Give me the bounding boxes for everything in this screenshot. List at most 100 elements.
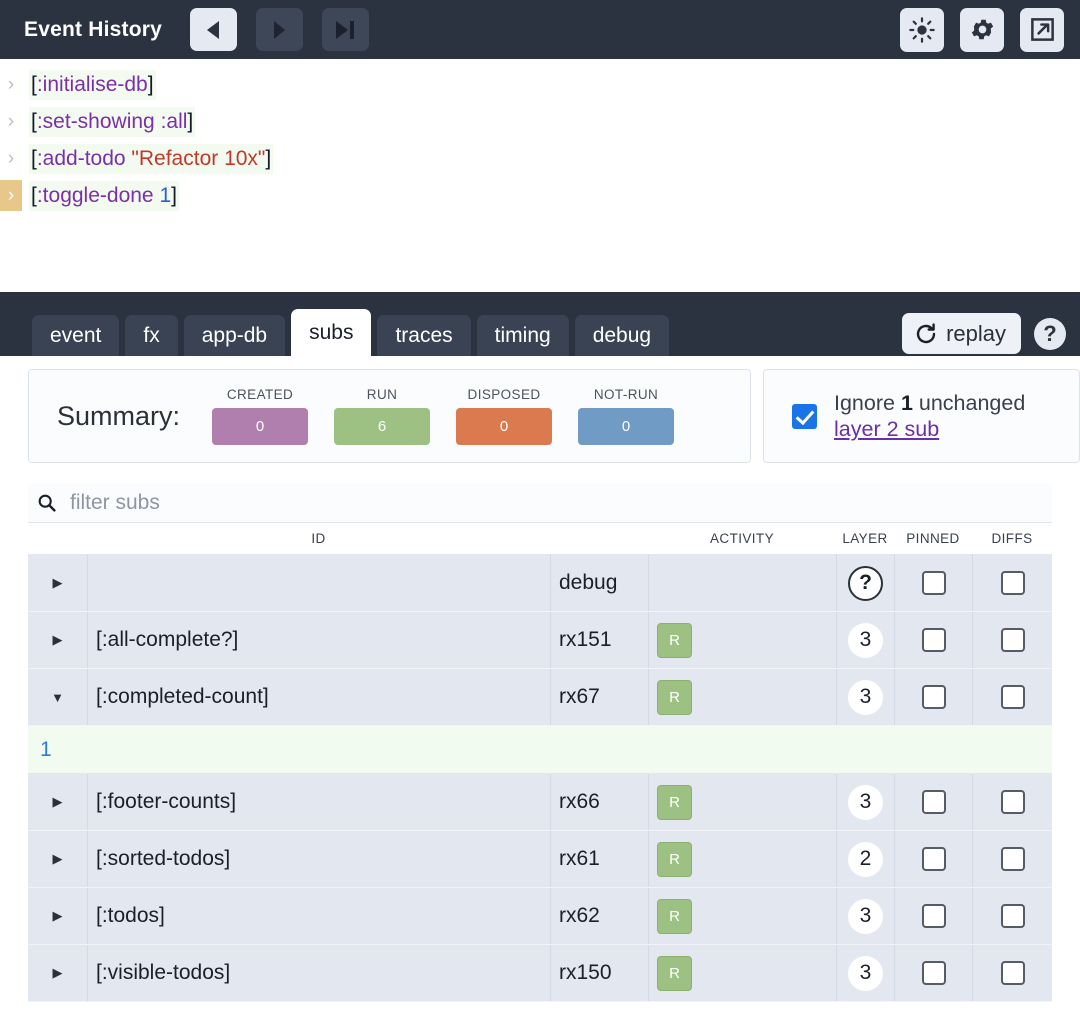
gear-icon (971, 19, 993, 40)
cell-reaction-id: rx150 (550, 945, 648, 1001)
pin-checkbox[interactable] (921, 904, 946, 928)
metric-run: RUN 6 (334, 387, 431, 445)
table-row[interactable]: ▶ debug? (28, 555, 1052, 612)
cell-reaction-id: rx61 (550, 831, 648, 887)
expand-row-icon[interactable]: ▶ (28, 774, 87, 830)
header-id: ID (311, 531, 326, 546)
cell-layer: 3 (836, 774, 894, 830)
pop-out-button[interactable] (1020, 7, 1064, 52)
settings-button[interactable] (960, 7, 1004, 52)
event-row[interactable]: › [:add-todo "Refactor 10x"] (0, 140, 1080, 177)
table-row[interactable]: ▶ [:todos] rx62 R 3 (28, 888, 1052, 945)
ignore-prefix: Ignore (834, 390, 901, 415)
metric-label: DISPOSED (467, 387, 541, 402)
diffs-checkbox[interactable] (1000, 790, 1025, 814)
tab-app-db[interactable]: app-db (183, 315, 286, 356)
event-row[interactable]: › [:set-showing :all] (0, 103, 1080, 140)
filter-subs-input[interactable]: filter subs (70, 491, 160, 515)
tab-timing[interactable]: timing (476, 315, 569, 356)
cell-id: [:todos] (87, 888, 550, 944)
devtools-panel: event fx app-db subs traces timing debug replay… (0, 292, 1080, 1002)
diffs-checkbox[interactable] (1000, 904, 1025, 928)
tab-debug[interactable]: debug (574, 315, 670, 356)
cell-layer: 3 (836, 945, 894, 1001)
diffs-checkbox[interactable] (1000, 571, 1025, 595)
table-row[interactable]: ▶ [:all-complete?] rx151 R 3 (28, 612, 1052, 669)
triangle-right-icon: ▶ (52, 632, 63, 647)
skip-forward-icon (336, 20, 355, 39)
replay-button[interactable]: replay (902, 313, 1021, 354)
chevron-right-icon[interactable]: › (0, 69, 22, 100)
chevron-right-icon[interactable]: › (0, 143, 22, 174)
tab-subs[interactable]: subs (291, 309, 372, 356)
expand-row-icon[interactable]: ▶ (28, 831, 87, 887)
previous-epoch-button[interactable] (189, 8, 237, 51)
pin-checkbox[interactable] (921, 961, 946, 985)
diffs-checkbox[interactable] (1000, 685, 1025, 709)
cell-diffs (972, 888, 1052, 944)
pin-checkbox[interactable] (921, 628, 946, 652)
triangle-right-icon: ▶ (52, 965, 63, 980)
event-row[interactable]: › [:toggle-done 1] (0, 177, 1080, 214)
diffs-checkbox[interactable] (1000, 847, 1025, 871)
triangle-right-icon: ▶ (52, 908, 63, 923)
cell-diffs (972, 774, 1052, 830)
header-layer: LAYER (842, 531, 888, 546)
cell-diffs (972, 555, 1052, 611)
brightness-button[interactable] (900, 7, 944, 52)
diffs-checkbox[interactable] (1000, 961, 1025, 985)
ignore-count: 1 (900, 390, 913, 415)
activity-run-badge: R (657, 784, 692, 820)
expand-row-icon[interactable]: ▶ (28, 555, 87, 611)
cell-activity: R (648, 888, 836, 944)
event-row[interactable]: › [:initialise-db] (0, 66, 1080, 103)
event-history-list: › [:initialise-db] › [:set-showing :all] › [:… (0, 59, 1080, 292)
metric-label: NOT-RUN (593, 387, 659, 402)
skip-to-latest-button[interactable] (321, 8, 369, 51)
layer-unknown-icon: ? (848, 565, 883, 601)
ignore-suffix: unchanged (912, 390, 1026, 415)
event-token: 1 (159, 183, 172, 207)
pin-checkbox[interactable] (921, 847, 946, 871)
metric-value: 0 (578, 408, 675, 445)
filter-subs-row[interactable]: filter subs (28, 483, 1052, 523)
chevron-right-icon[interactable]: › (0, 180, 22, 211)
next-epoch-button[interactable] (255, 8, 303, 51)
cell-reaction-id: rx67 (550, 669, 648, 725)
chevron-right-icon[interactable]: › (0, 106, 22, 137)
search-icon (38, 494, 56, 512)
cell-id: [:sorted-todos] (87, 831, 550, 887)
expand-row-icon[interactable]: ▶ (28, 612, 87, 668)
activity-run-badge: R (657, 898, 692, 934)
ignore-layer-link[interactable]: layer 2 sub (834, 416, 1025, 442)
cell-activity: R (648, 831, 836, 887)
pin-checkbox[interactable] (921, 571, 946, 595)
table-row[interactable]: ▶ [:footer-counts] rx66 R 3 (28, 774, 1052, 831)
table-row[interactable]: ▶ [:sorted-todos] rx61 R 2 (28, 831, 1052, 888)
layer-badge: 2 (848, 841, 883, 877)
expand-row-icon[interactable]: ▶ (28, 888, 87, 944)
external-link-icon (1030, 18, 1054, 41)
event-label: [:add-todo "Refactor 10x"] (29, 143, 274, 174)
pin-checkbox[interactable] (921, 790, 946, 814)
event-label: [:initialise-db] (29, 69, 156, 100)
expand-row-icon[interactable]: ▶ (28, 945, 87, 1001)
cell-reaction-id: rx151 (550, 612, 648, 668)
collapse-row-icon[interactable]: ▼ (28, 669, 87, 725)
diffs-checkbox[interactable] (1000, 628, 1025, 652)
tab-traces[interactable]: traces (377, 315, 471, 356)
metric-label: CREATED (226, 387, 294, 402)
pin-checkbox[interactable] (921, 685, 946, 709)
table-row[interactable]: ▶ [:visible-todos] rx150 R 3 (28, 945, 1052, 1002)
event-history-header: Event History (0, 0, 1080, 59)
event-token: "Refactor 10x" (131, 146, 266, 170)
ignore-unchanged-checkbox[interactable] (792, 403, 817, 429)
ignore-unchanged-label: Ignore 1 unchanged layer 2 sub (834, 390, 1025, 443)
cell-activity: R (648, 945, 836, 1001)
cell-pinned (894, 945, 972, 1001)
tab-fx[interactable]: fx (125, 315, 178, 356)
tab-event[interactable]: event (32, 315, 120, 356)
help-button[interactable]: ? (1034, 318, 1066, 350)
table-row[interactable]: ▼ [:completed-count] rx67 R 3 (28, 669, 1052, 726)
cell-layer: 2 (836, 831, 894, 887)
